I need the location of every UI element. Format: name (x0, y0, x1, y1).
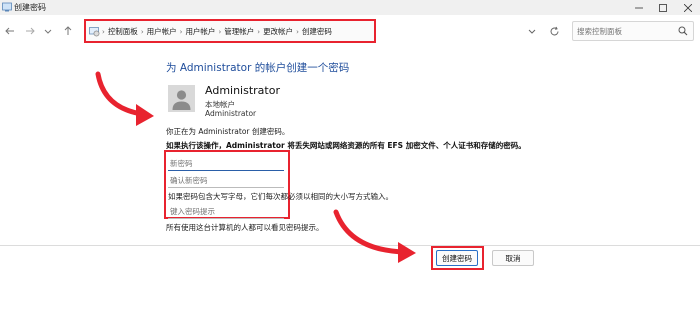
search-input[interactable] (577, 25, 673, 38)
maximize-button[interactable] (652, 0, 674, 15)
refresh-button[interactable] (547, 24, 561, 38)
address-history-button[interactable] (526, 25, 538, 37)
title-bar: 创建密码 (0, 0, 700, 15)
chevron-down-icon (44, 29, 52, 34)
account-subname: Administrator (205, 109, 257, 118)
back-arrow-icon (5, 27, 14, 35)
breadcrumb-control-panel[interactable]: 控制面板 (105, 26, 141, 37)
close-button[interactable] (677, 0, 699, 15)
confirm-password-field[interactable] (168, 174, 284, 188)
forward-button[interactable] (22, 23, 38, 39)
breadcrumb-create-password[interactable]: 创建密码 (299, 26, 335, 37)
create-password-button[interactable]: 创建密码 (436, 250, 478, 266)
address-bar[interactable]: › 控制面板 › 用户帐户 › 用户帐户 › 管理帐户 › 更改帐户 › 创建密… (84, 19, 376, 43)
breadcrumb-user-accounts[interactable]: 用户帐户 (144, 26, 180, 37)
page-title: 为 Administrator 的帐户创建一个密码 (166, 62, 350, 74)
search-icon[interactable] (678, 26, 688, 38)
breadcrumb-user-accounts-2[interactable]: 用户帐户 (182, 26, 218, 37)
refresh-icon (550, 26, 558, 35)
case-sensitivity-info: 如果密码包含大写字母，它们每次都必须以相同的大小写方式输入。 (168, 192, 393, 201)
window-title: 创建密码 (14, 3, 46, 12)
annotation-arrow-icon (333, 209, 416, 263)
up-arrow-icon (64, 26, 72, 35)
annotation-arrow-icon (95, 71, 154, 126)
up-button[interactable] (60, 23, 76, 39)
account-name: Administrator (205, 84, 280, 97)
control-panel-icon (2, 2, 12, 12)
user-avatar-icon (168, 85, 195, 112)
breadcrumb-change-account[interactable]: 更改帐户 (260, 26, 296, 37)
control-panel-icon (89, 26, 100, 37)
back-button[interactable] (2, 23, 18, 39)
hint-visibility-info: 所有使用这台计算机的人都可以看见密码提示。 (166, 223, 324, 232)
password-hint-field[interactable] (168, 205, 284, 219)
footer-divider (0, 245, 700, 246)
recent-locations-button[interactable] (40, 23, 56, 39)
chevron-down-icon (528, 29, 536, 34)
new-password-field[interactable] (168, 157, 284, 171)
minimize-button[interactable] (628, 0, 650, 15)
creating-password-info: 你正在为 Administrator 创建密码。 (166, 127, 290, 136)
cancel-button[interactable]: 取消 (492, 250, 534, 266)
forward-arrow-icon (26, 27, 35, 35)
search-box[interactable] (572, 21, 694, 41)
breadcrumb-manage-accounts[interactable]: 管理帐户 (221, 26, 257, 37)
navigation-bar: › 控制面板 › 用户帐户 › 用户帐户 › 管理帐户 › 更改帐户 › 创建密… (0, 16, 700, 46)
